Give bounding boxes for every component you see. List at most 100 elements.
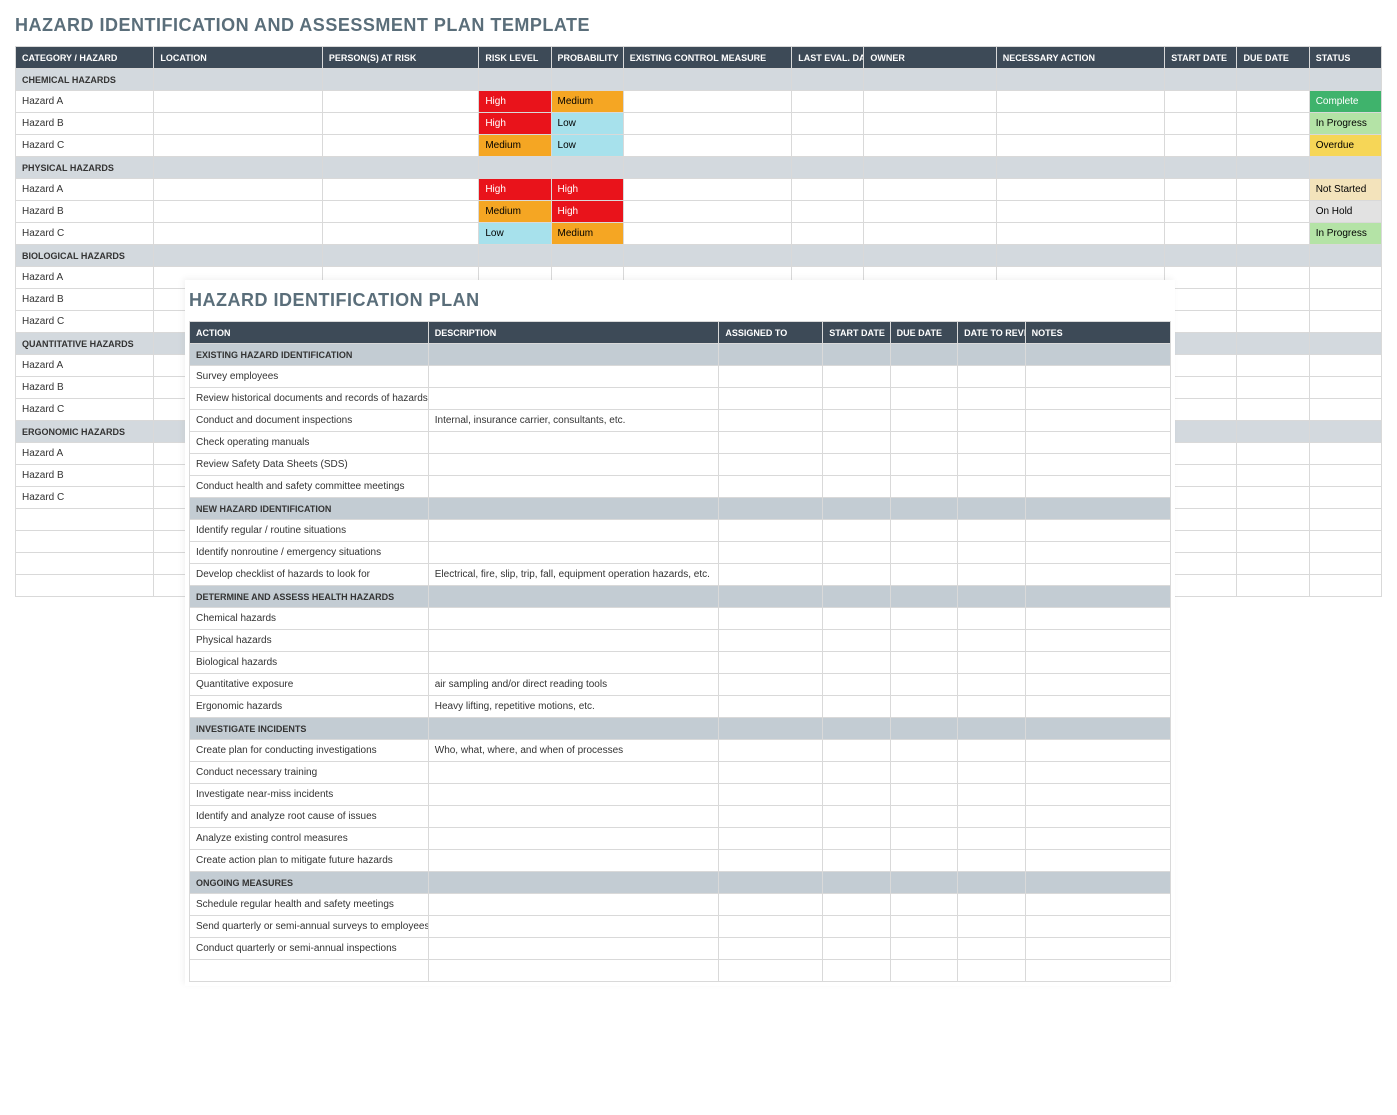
cell-start-date xyxy=(1165,311,1237,333)
cell-assigned xyxy=(719,542,823,564)
cell-start-date xyxy=(1165,135,1237,157)
cell-start-date xyxy=(823,410,890,432)
cell-due-date xyxy=(890,938,957,960)
table-row: Biological hazards xyxy=(190,652,1171,674)
cell-last-eval xyxy=(792,91,864,113)
table-row: Conduct necessary training xyxy=(190,762,1171,784)
cell-action: Survey employees xyxy=(190,366,429,388)
cell-status xyxy=(1309,487,1381,509)
table-row: Hazard AHighMediumComplete xyxy=(16,91,1382,113)
overlay-title: HAZARD IDENTIFICATION PLAN xyxy=(189,290,1171,311)
cell-due-date xyxy=(1237,465,1309,487)
cell-due-date xyxy=(890,564,957,586)
cell-status xyxy=(1309,465,1381,487)
cell-description xyxy=(428,850,719,872)
cell-due-date xyxy=(890,740,957,762)
cell-start-date xyxy=(823,454,890,476)
cell-status xyxy=(1309,289,1381,311)
cell-category: Hazard B xyxy=(16,465,154,487)
cell-start-date xyxy=(1165,377,1237,399)
section-label: ONGOING MEASURES xyxy=(190,872,429,894)
cell-control xyxy=(623,201,791,223)
cell-start-date xyxy=(1165,91,1237,113)
cell-due-date xyxy=(1237,311,1309,333)
cell-action: Analyze existing control measures xyxy=(190,828,429,850)
cell-notes xyxy=(1025,894,1170,916)
cell-start-date xyxy=(1165,223,1237,245)
cell-category: Hazard B xyxy=(16,289,154,311)
cell-location xyxy=(154,223,322,245)
section-row: DETERMINE AND ASSESS HEALTH HAZARDS xyxy=(190,586,1171,608)
cell-description xyxy=(428,762,719,784)
cell-revisit xyxy=(958,762,1025,784)
cell-description xyxy=(428,476,719,498)
cell-category xyxy=(16,575,154,597)
cell-category: Hazard A xyxy=(16,91,154,113)
cell-notes xyxy=(1025,454,1170,476)
cell-description xyxy=(428,960,719,982)
col-probability: PROBABILITY xyxy=(551,47,623,69)
cell-category: Hazard A xyxy=(16,179,154,201)
cell-start-date xyxy=(823,630,890,652)
cell-notes xyxy=(1025,410,1170,432)
cell-last-eval xyxy=(792,201,864,223)
section-row: NEW HAZARD IDENTIFICATION xyxy=(190,498,1171,520)
table-row: Review historical documents and records … xyxy=(190,388,1171,410)
cell-assigned xyxy=(719,762,823,784)
cell-due-date xyxy=(890,630,957,652)
cell-due-date xyxy=(1237,201,1309,223)
cell-status xyxy=(1309,575,1381,597)
cell-action xyxy=(996,91,1164,113)
cell-revisit xyxy=(958,520,1025,542)
cell-notes xyxy=(1025,806,1170,828)
cell-due-date xyxy=(890,894,957,916)
cell-due-date xyxy=(1237,135,1309,157)
cell-due-date xyxy=(890,652,957,674)
table-row: Physical hazards xyxy=(190,630,1171,652)
cell-assigned xyxy=(719,850,823,872)
cell-assigned xyxy=(719,938,823,960)
cell-due-date xyxy=(1237,509,1309,531)
cell-owner xyxy=(864,201,996,223)
cell-persons xyxy=(322,223,478,245)
cell-due-date xyxy=(1237,355,1309,377)
cell-start-date xyxy=(823,542,890,564)
cell-control xyxy=(623,91,791,113)
col-risk-level: RISK LEVEL xyxy=(479,47,551,69)
cell-description xyxy=(428,938,719,960)
cell-category: Hazard A xyxy=(16,267,154,289)
table-row: Hazard BHighLowIn Progress xyxy=(16,113,1382,135)
cell-action: Physical hazards xyxy=(190,630,429,652)
cell-start-date xyxy=(823,696,890,718)
cell-start-date xyxy=(823,476,890,498)
col-location: LOCATION xyxy=(154,47,322,69)
cell-start-date xyxy=(1165,531,1237,553)
cell-due-date xyxy=(1237,443,1309,465)
cell-persons xyxy=(322,179,478,201)
cell-assigned xyxy=(719,476,823,498)
cell-risk-level: Medium xyxy=(479,201,551,223)
cell-status xyxy=(1309,531,1381,553)
cell-due-date xyxy=(1237,289,1309,311)
cell-revisit xyxy=(958,806,1025,828)
cell-start-date xyxy=(1165,443,1237,465)
table-row: Check operating manuals xyxy=(190,432,1171,454)
cell-assigned xyxy=(719,454,823,476)
section-label: DETERMINE AND ASSESS HEALTH HAZARDS xyxy=(190,586,429,608)
cell-revisit xyxy=(958,476,1025,498)
cell-status xyxy=(1309,399,1381,421)
cell-probability: Low xyxy=(551,135,623,157)
cell-category: Hazard B xyxy=(16,201,154,223)
cell-risk-level: High xyxy=(479,179,551,201)
cell-category: Hazard B xyxy=(16,377,154,399)
cell-revisit xyxy=(958,828,1025,850)
cell-assigned xyxy=(719,960,823,982)
col-due-date: DUE DATE xyxy=(1237,47,1309,69)
section-label: EXISTING HAZARD IDENTIFICATION xyxy=(190,344,429,366)
cell-action: Check operating manuals xyxy=(190,432,429,454)
cell-description xyxy=(428,784,719,806)
cell-start-date xyxy=(823,520,890,542)
cell-location xyxy=(154,113,322,135)
cell-assigned xyxy=(719,652,823,674)
cell-location xyxy=(154,179,322,201)
